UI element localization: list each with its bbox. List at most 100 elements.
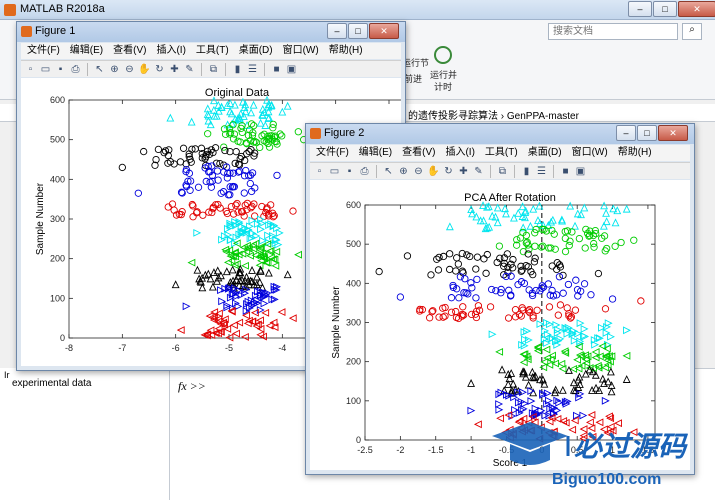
chart-title: PCA After Rotation bbox=[464, 192, 556, 204]
main-title-bar: MATLAB R2018a – □ ✕ bbox=[0, 0, 715, 20]
main-caption-buttons: – □ ✕ bbox=[628, 1, 715, 18]
y-tick-label: 500 bbox=[346, 239, 361, 249]
figure-2-title-bar: Figure 2 – □ ✕ bbox=[306, 124, 694, 144]
legend-icon[interactable]: ☰ bbox=[246, 63, 259, 76]
menu-item-4[interactable]: 工具(T) bbox=[485, 145, 518, 161]
watermark-logo: 必过源码 Biguo100.com bbox=[482, 398, 697, 496]
menu-item-4[interactable]: 工具(T) bbox=[196, 43, 229, 59]
x-tick-label: -1 bbox=[467, 445, 475, 455]
pointer-icon[interactable]: ↖ bbox=[382, 165, 395, 178]
zoom-in-icon[interactable]: ⊕ bbox=[397, 165, 410, 178]
y-tick-label: 300 bbox=[50, 214, 65, 224]
run-and-time-label-2[interactable]: 计时 bbox=[434, 80, 452, 93]
run-and-time-icon bbox=[434, 46, 452, 64]
y-axis-label: Sample Number bbox=[35, 182, 46, 255]
show-plot-tools-icon[interactable]: ▣ bbox=[574, 165, 587, 178]
figure-1-title-bar: Figure 1 – □ ✕ bbox=[17, 22, 405, 42]
path-text: 的遗传投影寻踪算法 › GenPPA-master bbox=[408, 111, 579, 122]
figure-1-maximize-button[interactable]: □ bbox=[348, 23, 368, 39]
brush-icon[interactable]: ✎ bbox=[183, 63, 196, 76]
menu-item-5[interactable]: 桌面(D) bbox=[528, 145, 562, 161]
minimize-button[interactable]: – bbox=[628, 1, 652, 17]
figure-2-maximize-button[interactable]: □ bbox=[637, 125, 657, 141]
figure-1-title: Figure 1 bbox=[35, 25, 76, 37]
rotate-icon[interactable]: ↻ bbox=[153, 63, 166, 76]
link-plot-icon[interactable]: ⧉ bbox=[207, 63, 220, 76]
search-icon[interactable]: ⌕ bbox=[682, 23, 702, 40]
new-file-icon[interactable]: ▫ bbox=[24, 63, 37, 76]
watermark-brand: 必过源码 bbox=[574, 431, 689, 462]
data-cursor-icon[interactable]: ✚ bbox=[457, 165, 470, 178]
save-icon[interactable]: ▪ bbox=[54, 63, 67, 76]
menu-item-0[interactable]: 文件(F) bbox=[27, 43, 60, 59]
menu-item-1[interactable]: 编辑(E) bbox=[70, 43, 103, 59]
save-icon[interactable]: ▪ bbox=[343, 165, 356, 178]
run-section-button[interactable]: 运行节 bbox=[402, 56, 429, 69]
search-documentation-input[interactable] bbox=[548, 23, 678, 40]
y-tick-label: 500 bbox=[50, 135, 65, 145]
advance-button[interactable]: 前进 bbox=[404, 72, 422, 85]
print-icon[interactable]: ⎙ bbox=[69, 63, 82, 76]
figure-2-toolbar: ▫ ▭ ▪ ⎙ ↖ ⊕ ⊖ ✋ ↻ ✚ ✎ ⧉ ▮ ☰ ■ ▣ bbox=[310, 162, 690, 179]
command-prompt: fx >> bbox=[178, 379, 206, 393]
colorbar-icon[interactable]: ▮ bbox=[520, 165, 533, 178]
menu-item-5[interactable]: 桌面(D) bbox=[239, 43, 273, 59]
new-file-icon[interactable]: ▫ bbox=[313, 165, 326, 178]
figure-2-close-button[interactable]: ✕ bbox=[658, 125, 688, 141]
y-tick-label: 600 bbox=[50, 95, 65, 105]
colorbar-icon[interactable]: ▮ bbox=[231, 63, 244, 76]
figure-1-minimize-button[interactable]: – bbox=[327, 23, 347, 39]
brush-icon[interactable]: ✎ bbox=[472, 165, 485, 178]
menu-item-7[interactable]: 帮助(H) bbox=[329, 43, 363, 59]
y-tick-label: 200 bbox=[50, 254, 65, 264]
data-cursor-icon[interactable]: ✚ bbox=[168, 63, 181, 76]
y-tick-label: 300 bbox=[346, 318, 361, 328]
menu-item-2[interactable]: 查看(V) bbox=[113, 43, 146, 59]
pointer-icon[interactable]: ↖ bbox=[93, 63, 106, 76]
open-folder-icon[interactable]: ▭ bbox=[328, 165, 341, 178]
workspace-panel: Ir experimental data bbox=[0, 368, 170, 500]
pan-icon[interactable]: ✋ bbox=[427, 165, 440, 178]
menu-item-3[interactable]: 插入(I) bbox=[445, 145, 474, 161]
close-button[interactable]: ✕ bbox=[678, 1, 715, 17]
figure-1-close-button[interactable]: ✕ bbox=[369, 23, 399, 39]
maximize-button[interactable]: □ bbox=[653, 1, 677, 17]
menu-item-3[interactable]: 插入(I) bbox=[156, 43, 185, 59]
figure-logo-icon bbox=[310, 128, 321, 139]
figure-2-minimize-button[interactable]: – bbox=[616, 125, 636, 141]
zoom-out-icon[interactable]: ⊖ bbox=[123, 63, 136, 76]
x-tick-label: -2 bbox=[396, 445, 404, 455]
x-tick-label: -4 bbox=[278, 343, 286, 353]
x-tick-label: -2.5 bbox=[357, 445, 373, 455]
menu-item-6[interactable]: 窗口(W) bbox=[283, 43, 319, 59]
y-tick-label: 200 bbox=[346, 357, 361, 367]
legend-icon[interactable]: ☰ bbox=[535, 165, 548, 178]
menu-item-0[interactable]: 文件(F) bbox=[316, 145, 349, 161]
menu-item-7[interactable]: 帮助(H) bbox=[618, 145, 652, 161]
x-tick-label: -6 bbox=[172, 343, 180, 353]
y-tick-label: 100 bbox=[50, 293, 65, 303]
figure-1-menu-bar: 文件(F) 编辑(E) 查看(V) 插入(I) 工具(T) 桌面(D) 窗口(W) 帮助(H) bbox=[21, 43, 401, 59]
rotate-icon[interactable]: ↻ bbox=[442, 165, 455, 178]
menu-item-2[interactable]: 查看(V) bbox=[402, 145, 435, 161]
zoom-in-icon[interactable]: ⊕ bbox=[108, 63, 121, 76]
link-plot-icon[interactable]: ⧉ bbox=[496, 165, 509, 178]
menu-item-1[interactable]: 编辑(E) bbox=[359, 145, 392, 161]
workspace-text: experimental data bbox=[12, 378, 92, 389]
figure-logo-icon bbox=[21, 26, 32, 37]
hide-plot-tools-icon[interactable]: ■ bbox=[270, 63, 283, 76]
show-plot-tools-icon[interactable]: ▣ bbox=[285, 63, 298, 76]
y-tick-label: 400 bbox=[346, 278, 361, 288]
pan-icon[interactable]: ✋ bbox=[138, 63, 151, 76]
zoom-out-icon[interactable]: ⊖ bbox=[412, 165, 425, 178]
y-axis-label: Sample Number bbox=[331, 286, 342, 359]
print-icon[interactable]: ⎙ bbox=[358, 165, 371, 178]
hide-plot-tools-icon[interactable]: ■ bbox=[559, 165, 572, 178]
menu-item-6[interactable]: 窗口(W) bbox=[572, 145, 608, 161]
figure-1-toolbar: ▫ ▭ ▪ ⎙ ↖ ⊕ ⊖ ✋ ↻ ✚ ✎ ⧉ ▮ ☰ ■ ▣ bbox=[21, 60, 401, 77]
watermark-site: Biguo100.com bbox=[552, 471, 661, 488]
desktop: MATLAB R2018a – □ ✕ 运行节 前进 运行并 计时 ⌕ 的遗传投… bbox=[0, 0, 715, 500]
open-folder-icon[interactable]: ▭ bbox=[39, 63, 52, 76]
y-tick-label: 400 bbox=[50, 174, 65, 184]
y-tick-label: 100 bbox=[346, 396, 361, 406]
